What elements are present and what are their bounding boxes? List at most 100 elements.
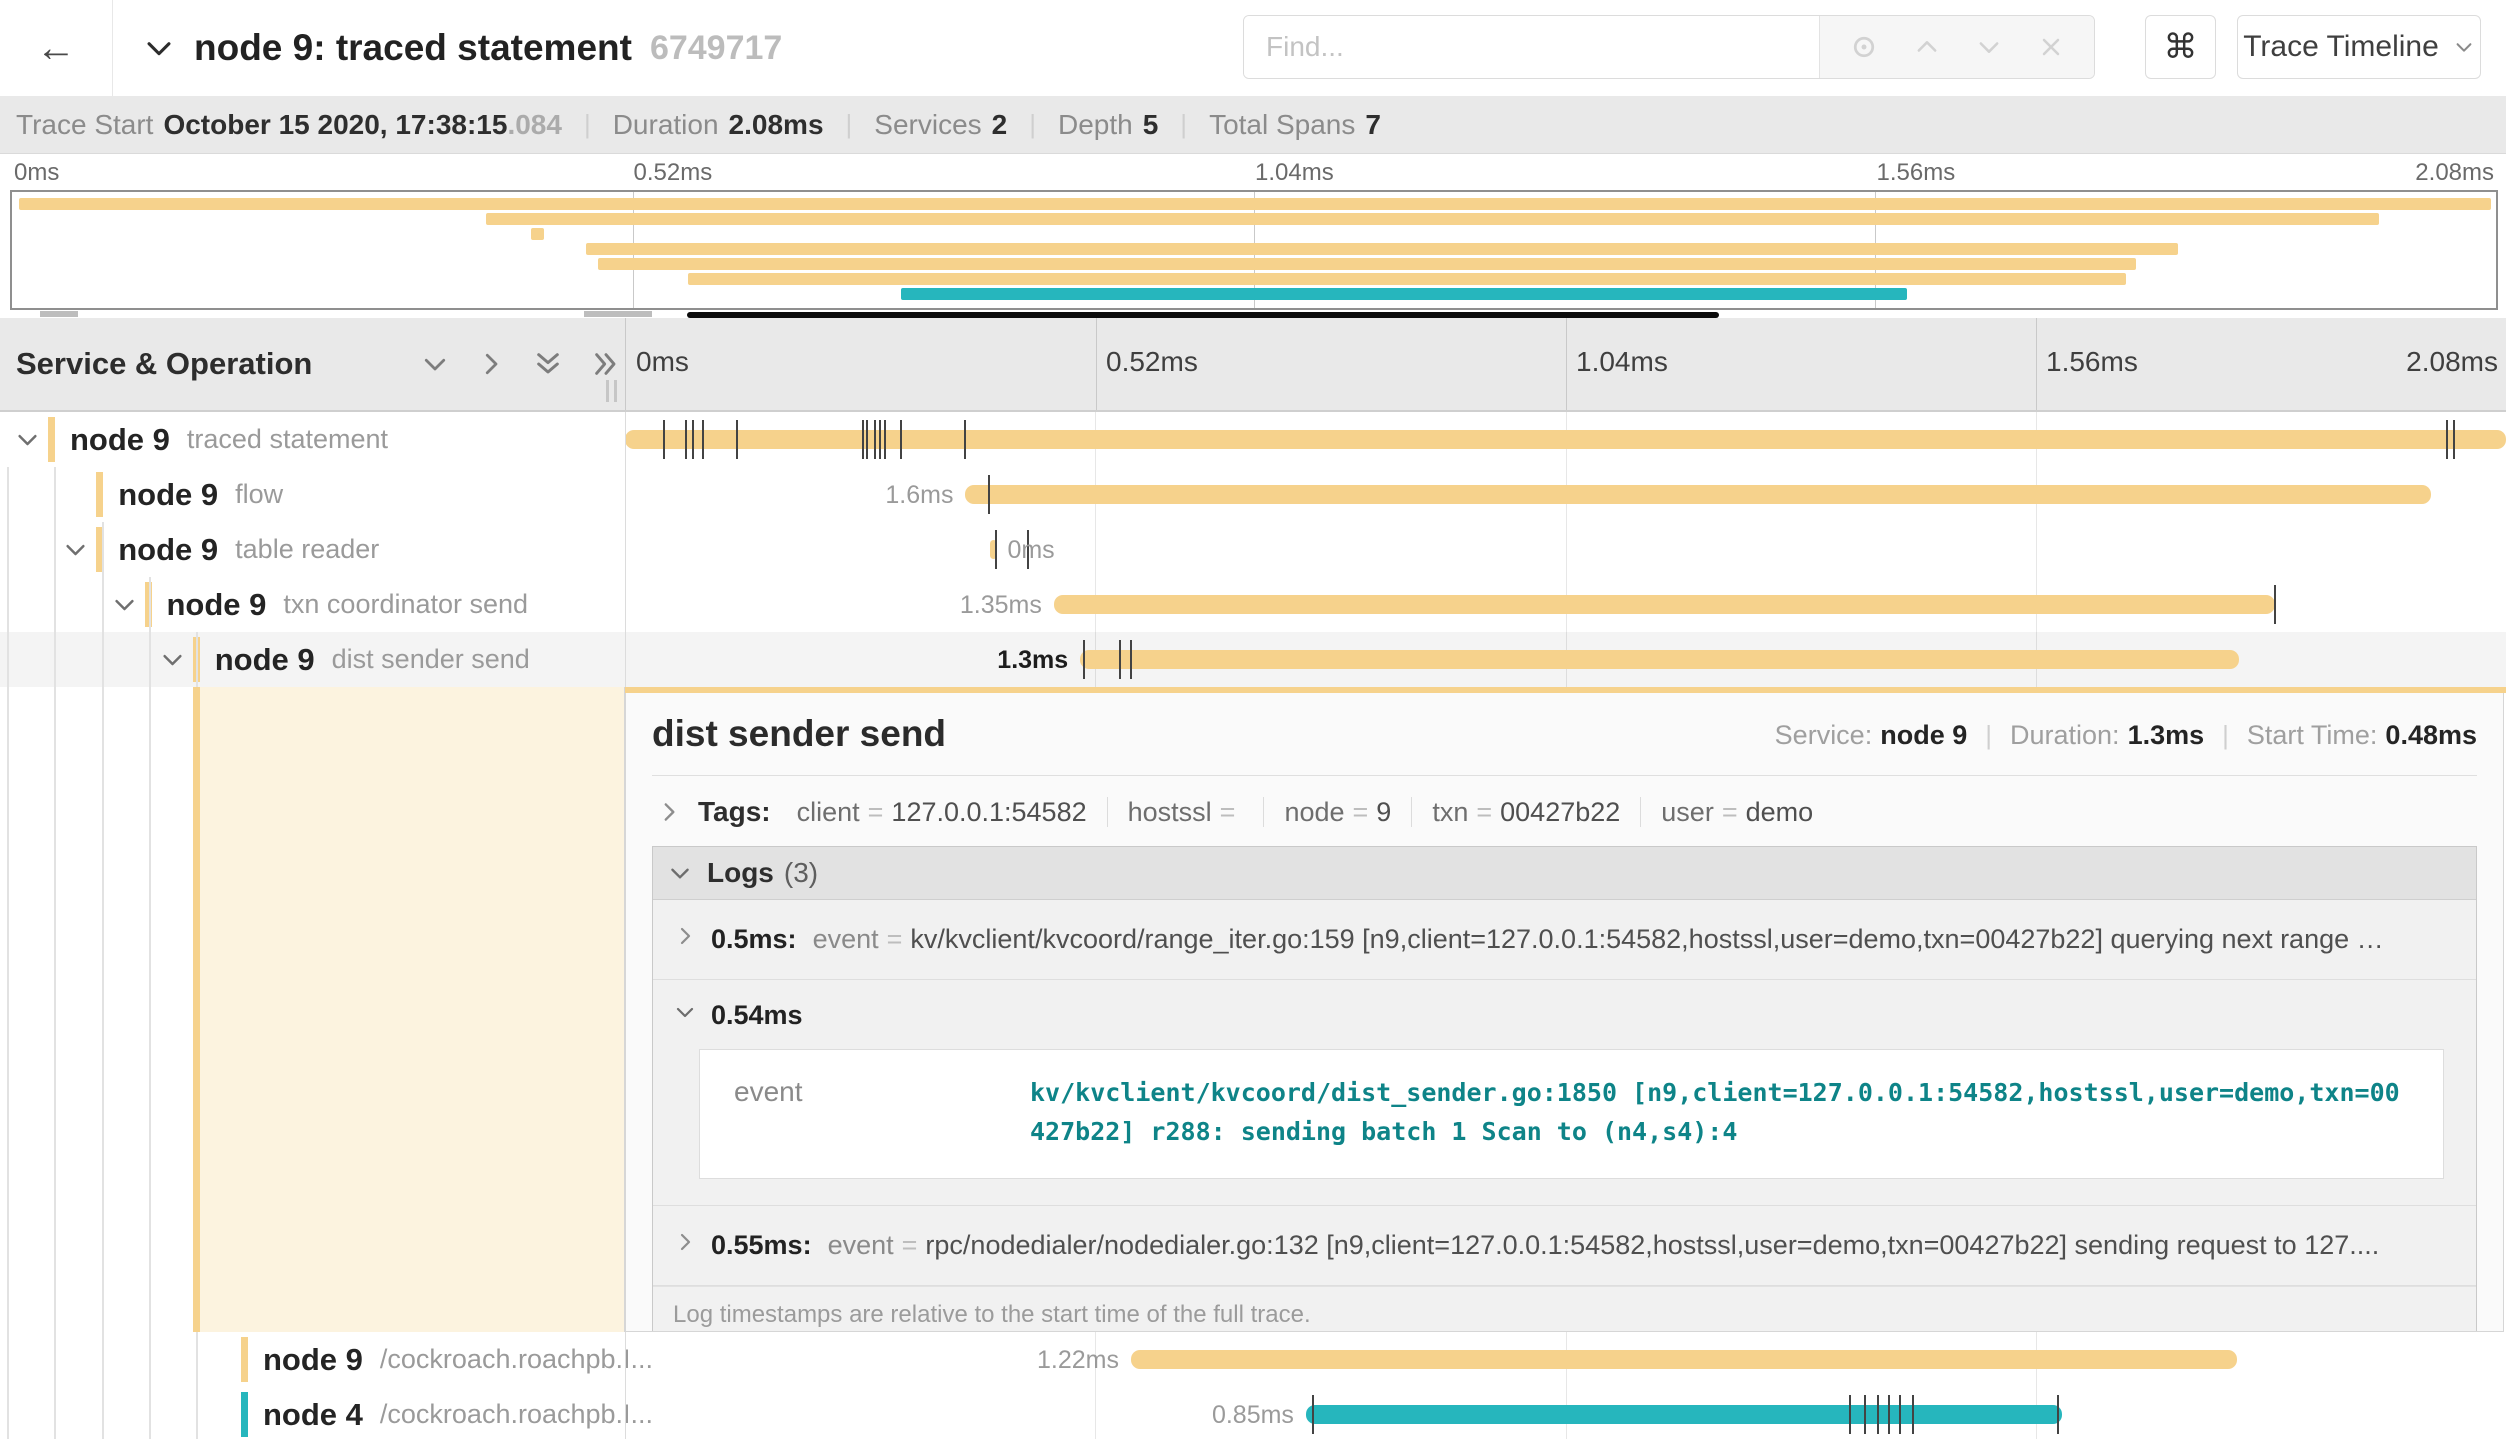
find-group: [1243, 15, 2095, 79]
span-timeline-cell[interactable]: 1.6ms: [625, 467, 2506, 522]
trace-collapse-icon[interactable]: [142, 31, 176, 65]
span-log-marker[interactable]: [1849, 1395, 1851, 1434]
span-expander-icon[interactable]: [111, 591, 138, 623]
logs-header[interactable]: Logs (3): [653, 847, 2476, 900]
find-prev-icon[interactable]: [1913, 33, 1941, 61]
span-log-marker[interactable]: [862, 420, 864, 459]
span-timeline-cell[interactable]: 1.22ms: [625, 1332, 2506, 1387]
span-expander-icon[interactable]: [159, 646, 186, 678]
span-log-marker[interactable]: [2446, 420, 2448, 459]
span-log-marker[interactable]: [685, 420, 687, 459]
tag-key: hostssl: [1128, 797, 1212, 827]
span-timeline-cell[interactable]: 1.35ms: [625, 577, 2506, 632]
find-scope-icon[interactable]: [1849, 32, 1879, 62]
trace-view-dropdown[interactable]: Trace Timeline: [2237, 15, 2481, 79]
span-log-marker[interactable]: [1888, 1395, 1890, 1434]
span-log-marker[interactable]: [964, 420, 966, 459]
tag-item: user=demo: [1661, 797, 1813, 828]
span-tree-cell[interactable]: node 9 dist sender send: [0, 632, 625, 687]
span-expander-icon[interactable]: [62, 536, 89, 568]
span-tree-cell[interactable]: node 9 flow: [0, 467, 625, 522]
span-duration-bar[interactable]: [965, 485, 2430, 504]
span-row[interactable]: node 9 txn coordinator send1.35ms: [0, 577, 2506, 632]
span-tree-cell[interactable]: node 9 txn coordinator send: [0, 577, 625, 632]
services-label: Services: [874, 109, 981, 141]
page-header: ← node 9: traced statement 6749717 ⌘ Tra…: [0, 0, 2506, 96]
span-log-marker[interactable]: [874, 420, 876, 459]
tag-key: client: [797, 797, 860, 827]
span-timeline-cell[interactable]: 1.3ms: [625, 632, 2506, 687]
duration-label: Duration: [613, 109, 719, 141]
service-operation-header: Service & Operation: [0, 318, 625, 410]
back-button[interactable]: ←: [0, 0, 113, 96]
column-resize-handle[interactable]: [606, 380, 617, 402]
collapse-one-icon[interactable]: [420, 349, 450, 379]
span-log-marker[interactable]: [995, 530, 997, 569]
selected-span-highlight: [200, 687, 624, 1332]
span-log-marker[interactable]: [692, 420, 694, 459]
minimap-canvas[interactable]: [10, 190, 2498, 310]
find-clear-icon[interactable]: [2037, 33, 2065, 61]
span-log-marker[interactable]: [702, 420, 704, 459]
expand-all-icon[interactable]: [590, 348, 622, 380]
span-start-label: Start Time:: [2247, 720, 2378, 751]
span-log-marker[interactable]: [879, 420, 881, 459]
chevron-down-icon: [2453, 36, 2475, 58]
log-row[interactable]: 0.55ms: event =rpc/nodedialer/nodedialer…: [653, 1206, 2476, 1286]
minimap-span-bar: [901, 288, 1907, 300]
span-duration-bar[interactable]: [1131, 1350, 2237, 1369]
span-log-marker[interactable]: [1899, 1395, 1901, 1434]
span-row[interactable]: node 9 dist sender send1.3ms: [0, 632, 2506, 687]
minimap-span-bar: [19, 198, 2491, 210]
span-log-marker[interactable]: [1119, 640, 1121, 679]
tags-row[interactable]: Tags: client=127.0.0.1:54582hostssl=node…: [652, 776, 2477, 846]
chevron-down-icon: [667, 860, 693, 886]
span-row[interactable]: node 9 flow1.6ms: [0, 467, 2506, 522]
tags-list: client=127.0.0.1:54582hostssl=node=9txn=…: [797, 797, 1814, 828]
span-tree-cell[interactable]: node 9 /cockroach.roachpb.I...: [0, 1332, 625, 1387]
span-tree-cell[interactable]: node 9 traced statement: [0, 412, 625, 467]
span-row[interactable]: node 4 /cockroach.roachpb.I...0.85ms: [0, 1387, 2506, 1442]
span-log-marker[interactable]: [2274, 585, 2276, 624]
span-log-marker[interactable]: [1877, 1395, 1879, 1434]
tree-guide-line: [196, 1332, 198, 1439]
log-expand-header[interactable]: 0.54ms: [673, 1000, 2458, 1031]
span-row[interactable]: node 9 traced statement: [0, 412, 2506, 467]
expand-one-icon[interactable]: [476, 349, 506, 379]
find-input[interactable]: [1244, 16, 1819, 78]
span-duration-bar[interactable]: [1054, 595, 2275, 614]
span-duration-bar[interactable]: [1306, 1405, 2062, 1424]
span-log-marker[interactable]: [663, 420, 665, 459]
span-log-marker[interactable]: [1864, 1395, 1866, 1434]
span-log-marker[interactable]: [884, 420, 886, 459]
span-log-marker[interactable]: [1312, 1395, 1314, 1434]
find-next-icon[interactable]: [1975, 33, 2003, 61]
span-log-marker[interactable]: [2057, 1395, 2059, 1434]
span-log-marker[interactable]: [866, 420, 868, 459]
span-log-marker[interactable]: [1912, 1395, 1914, 1434]
span-timeline-cell[interactable]: [625, 412, 2506, 467]
span-log-marker[interactable]: [900, 420, 902, 459]
keyboard-shortcuts-button[interactable]: ⌘: [2145, 15, 2216, 79]
minimap-scrubber-handle[interactable]: [584, 311, 652, 317]
span-log-marker[interactable]: [2453, 420, 2455, 459]
span-row[interactable]: node 9 table reader0ms: [0, 522, 2506, 577]
span-expander-icon[interactable]: [14, 426, 41, 458]
span-row[interactable]: node 9 /cockroach.roachpb.I...1.22ms: [0, 1332, 2506, 1387]
span-tree-cell[interactable]: node 4 /cockroach.roachpb.I...: [0, 1387, 625, 1442]
span-service-name: node 9: [167, 587, 267, 623]
span-log-marker[interactable]: [736, 420, 738, 459]
collapse-all-icon[interactable]: [532, 348, 564, 380]
span-detail-row: dist sender send Service: node 9 | Durat…: [0, 687, 2506, 1332]
span-tree-cell[interactable]: node 9 table reader: [0, 522, 625, 577]
span-duration-label: Duration:: [2010, 720, 2120, 751]
span-timeline-cell[interactable]: 0.85ms: [625, 1387, 2506, 1442]
span-log-marker[interactable]: [1083, 640, 1085, 679]
log-row[interactable]: 0.5ms: event =kv/kvclient/kvcoord/range_…: [653, 900, 2476, 980]
span-log-marker[interactable]: [1130, 640, 1132, 679]
span-timeline-cell[interactable]: 0ms: [625, 522, 2506, 577]
span-log-marker[interactable]: [988, 475, 990, 514]
span-duration-bar[interactable]: [1080, 650, 2239, 669]
span-duration-bar[interactable]: [625, 430, 2506, 449]
minimap-scrubber-handle[interactable]: [40, 311, 78, 317]
